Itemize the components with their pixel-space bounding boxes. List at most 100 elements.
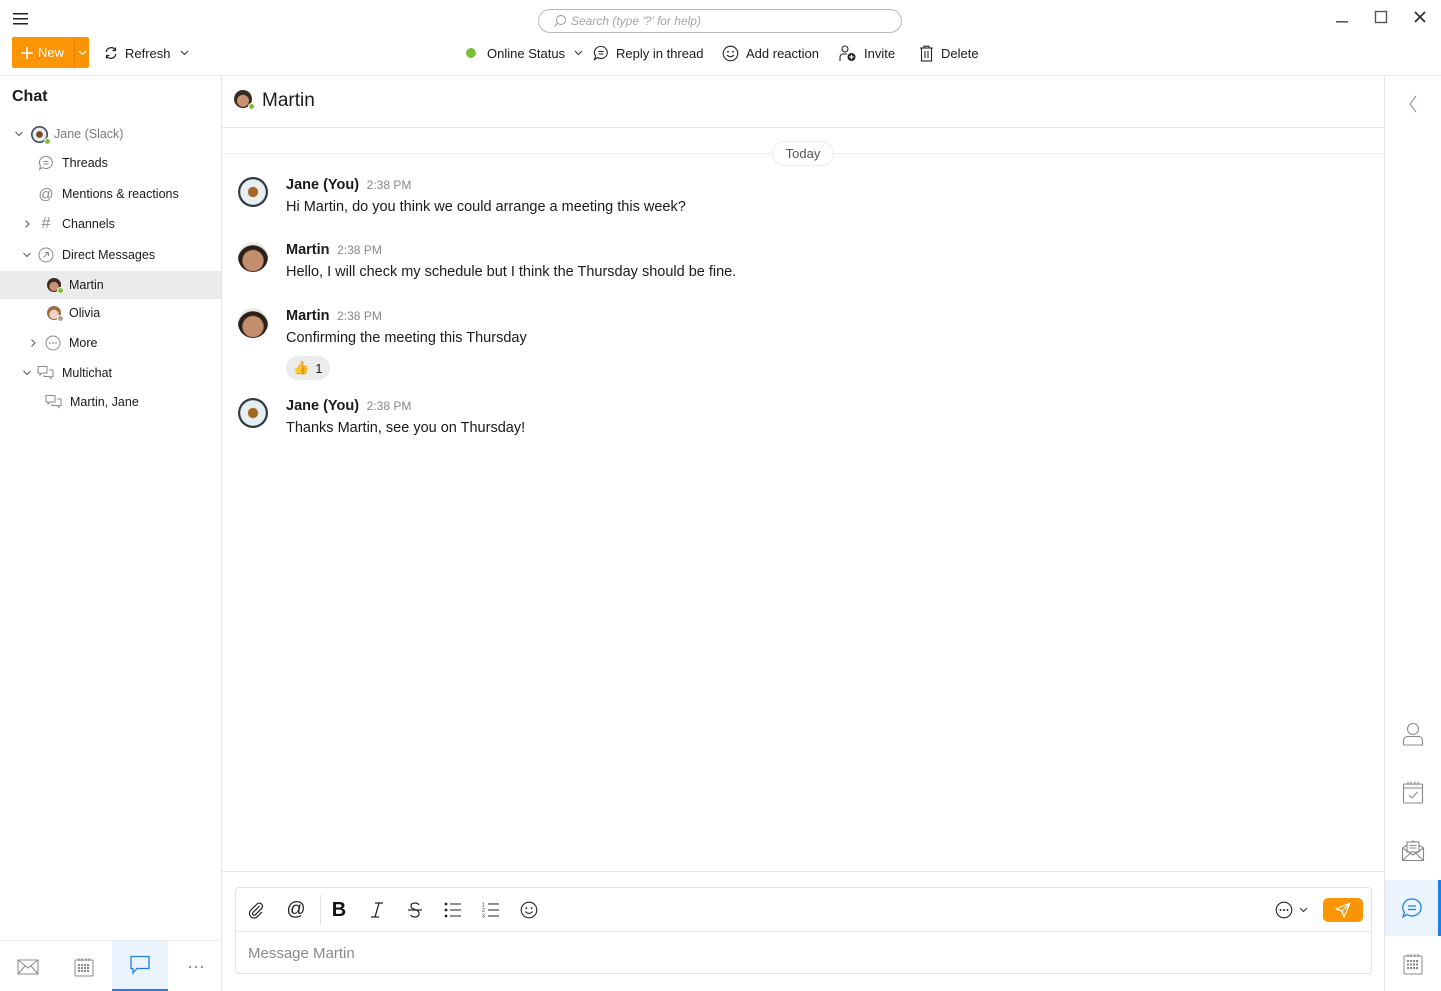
sidebar-item-label: Olivia bbox=[69, 306, 101, 320]
more-circle-icon bbox=[45, 335, 61, 351]
rail-tasks[interactable] bbox=[1385, 764, 1441, 820]
chat-icon bbox=[130, 955, 150, 975]
chevron-down-icon bbox=[15, 131, 23, 137]
online-status-label: Online Status bbox=[487, 45, 566, 61]
reaction-thumbs-up[interactable]: 👍 1 bbox=[286, 356, 330, 380]
sidebar-item-more[interactable]: More bbox=[0, 329, 221, 357]
more-circle-icon bbox=[1275, 901, 1292, 919]
multichat-icon bbox=[45, 395, 62, 409]
close-window-button[interactable] bbox=[1405, 6, 1435, 28]
nav-chat[interactable] bbox=[112, 941, 168, 991]
sidebar-item-olivia[interactable]: Olivia bbox=[0, 299, 221, 327]
rail-calendar[interactable] bbox=[1385, 936, 1441, 991]
calendar-icon bbox=[74, 957, 94, 976]
emoji-icon bbox=[520, 901, 538, 919]
message-author: Jane (You) bbox=[286, 398, 360, 414]
delete-button[interactable]: Delete bbox=[919, 41, 979, 65]
chevron-right-icon bbox=[25, 220, 30, 228]
chat-header bbox=[222, 76, 1384, 128]
jane-avatar bbox=[238, 177, 268, 207]
message-input[interactable] bbox=[236, 932, 1371, 974]
multichat-icon bbox=[37, 366, 54, 380]
send-button[interactable] bbox=[1323, 898, 1363, 922]
invite-button[interactable]: Invite bbox=[839, 41, 895, 65]
mention-button[interactable]: @ bbox=[284, 898, 308, 922]
more-horizontal-icon bbox=[188, 965, 204, 968]
sidebar-item-label: Channels bbox=[62, 217, 115, 231]
presence-offline-dot bbox=[57, 315, 64, 322]
hamburger-menu-button[interactable] bbox=[12, 12, 30, 26]
rail-chat[interactable] bbox=[1385, 880, 1441, 936]
refresh-label: Refresh bbox=[125, 45, 171, 61]
new-button-label: New bbox=[38, 45, 65, 60]
chat-header-avatar bbox=[234, 90, 255, 110]
right-rail bbox=[1384, 76, 1441, 991]
sidebar-item-channels[interactable]: # Channels bbox=[0, 210, 221, 238]
bulleted-list-button[interactable] bbox=[441, 898, 465, 922]
bulleted-list-icon bbox=[444, 902, 461, 918]
strikethrough-icon bbox=[408, 902, 422, 918]
sidebar-item-label: Threads bbox=[62, 156, 108, 170]
new-button[interactable]: New bbox=[12, 37, 74, 68]
sidebar-item-threads[interactable]: Threads bbox=[0, 149, 221, 177]
numbered-list-button[interactable]: 1 2 3 bbox=[479, 898, 503, 922]
chevron-down-icon bbox=[23, 252, 31, 258]
more-options-button[interactable] bbox=[1272, 898, 1310, 922]
italic-button[interactable] bbox=[365, 898, 389, 922]
bottom-nav bbox=[0, 940, 222, 991]
sidebar-item-label: Multichat bbox=[62, 366, 113, 380]
message-time: 2:38 PM bbox=[366, 178, 412, 192]
collapse-rail-button[interactable] bbox=[1385, 76, 1441, 132]
chevron-down-icon bbox=[1299, 907, 1307, 913]
message-composer: @ B 1 2 3 bbox=[235, 887, 1372, 974]
add-reaction-button[interactable]: Add reaction bbox=[722, 41, 819, 65]
chevron-left-icon bbox=[1409, 95, 1417, 113]
online-status-button[interactable]: Online Status bbox=[466, 41, 583, 65]
reply-in-thread-button[interactable]: Reply in thread bbox=[593, 41, 703, 65]
maximize-icon bbox=[1374, 10, 1388, 24]
day-divider-label: Today bbox=[772, 141, 834, 166]
nav-calendar[interactable] bbox=[56, 941, 112, 991]
martin-avatar bbox=[238, 308, 268, 338]
strikethrough-button[interactable] bbox=[403, 898, 427, 922]
search-box[interactable] bbox=[538, 9, 902, 33]
rail-mail[interactable] bbox=[1385, 822, 1441, 878]
add-reaction-label: Add reaction bbox=[746, 45, 819, 61]
emoji-button[interactable] bbox=[517, 898, 541, 922]
person-icon bbox=[1402, 722, 1424, 746]
chat-title: Martin bbox=[262, 90, 315, 111]
calendar-icon bbox=[1403, 954, 1423, 975]
sidebar-item-label: Martin, Jane bbox=[70, 395, 139, 409]
sidebar-account-jane[interactable]: Jane (Slack) bbox=[0, 120, 221, 148]
rail-contacts[interactable] bbox=[1385, 706, 1441, 762]
formatting-toolbar: @ B 1 2 3 bbox=[236, 888, 1371, 932]
martin-avatar bbox=[45, 276, 64, 294]
maximize-button[interactable] bbox=[1366, 6, 1396, 28]
olivia-avatar bbox=[45, 304, 64, 322]
martin-avatar bbox=[238, 242, 268, 272]
new-dropdown-button[interactable] bbox=[74, 37, 89, 68]
message-text: Hello, I will check my schedule but I th… bbox=[286, 264, 737, 280]
bold-button[interactable]: B bbox=[327, 898, 351, 922]
sidebar-item-martin-jane[interactable]: Martin, Jane bbox=[0, 388, 221, 416]
minimize-button[interactable] bbox=[1327, 6, 1357, 28]
sidebar-item-multichat[interactable]: Multichat bbox=[0, 359, 221, 387]
account-label: Jane (Slack) bbox=[54, 127, 124, 141]
refresh-button[interactable]: Refresh bbox=[104, 41, 189, 65]
open-mail-icon bbox=[1401, 840, 1425, 862]
nav-more[interactable] bbox=[168, 941, 224, 991]
chevron-down-icon bbox=[23, 370, 31, 376]
attach-button[interactable] bbox=[244, 898, 268, 922]
delete-label: Delete bbox=[941, 45, 979, 61]
plus-icon bbox=[21, 46, 33, 59]
send-icon bbox=[1335, 902, 1351, 918]
sidebar-item-martin[interactable]: Martin bbox=[0, 271, 221, 299]
search-input[interactable] bbox=[571, 14, 871, 28]
task-calendar-icon bbox=[1402, 781, 1424, 804]
nav-mail[interactable] bbox=[0, 941, 56, 991]
message-text: Confirming the meeting this Thursday bbox=[286, 330, 527, 346]
sidebar-item-mentions[interactable]: @ Mentions & reactions bbox=[0, 180, 221, 208]
sidebar-title: Chat bbox=[12, 88, 48, 105]
sidebar-item-direct-messages[interactable]: Direct Messages bbox=[0, 241, 221, 269]
hash-icon: # bbox=[41, 215, 51, 232]
